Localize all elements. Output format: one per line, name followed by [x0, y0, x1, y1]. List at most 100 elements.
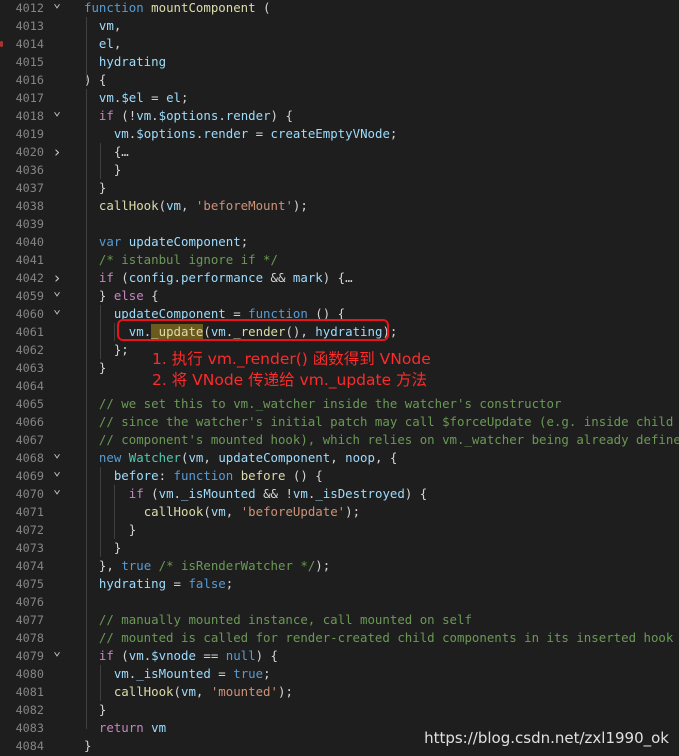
code-line[interactable]: 4040 var updateComponent;: [0, 233, 679, 251]
code-text: }: [84, 540, 122, 555]
code-line[interactable]: 4066 // since the watcher's initial patc…: [0, 413, 679, 431]
line-number: 4073: [15, 541, 44, 555]
code-line[interactable]: 4036 }: [0, 161, 679, 179]
code-line[interactable]: 4080 vm._isMounted = true;: [0, 665, 679, 683]
code-text: var updateComponent;: [98, 234, 249, 249]
code-text: if (vm.$vnode == null) {: [98, 648, 278, 663]
code-line[interactable]: 4072 }: [0, 521, 679, 539]
code-line[interactable]: 4082 }: [0, 701, 679, 719]
code-text: vm.$options.render = createEmptyVNode;: [113, 126, 398, 141]
code-text: hydrating = false;: [98, 576, 234, 591]
code-text: vm,: [98, 18, 122, 33]
code-line[interactable]: 4081 callHook(vm, 'mounted');: [0, 683, 679, 701]
code-text: callHook(vm, 'beforeMount');: [98, 198, 308, 213]
code-text: }: [84, 162, 122, 177]
line-number: 4080: [15, 667, 44, 681]
code-line[interactable]: 4059 ⌄ } else {: [0, 284, 679, 305]
indent-guide: [100, 143, 101, 179]
line-number: 4079: [15, 649, 44, 663]
code-line[interactable]: 4068 ⌄ new Watcher(vm, updateComponent, n…: [0, 446, 679, 467]
line-number: 4013: [15, 19, 44, 33]
indent-guide: [86, 89, 87, 729]
fold-expanded-icon[interactable]: ⌄: [51, 481, 63, 499]
fold-expanded-icon[interactable]: ⌄: [51, 283, 63, 301]
code-line[interactable]: 4070 ⌄ if (vm._isMounted && !vm._isDestro…: [0, 482, 679, 503]
code-text: vm._isMounted = true;: [113, 666, 271, 681]
fold-expanded-icon[interactable]: ⌄: [51, 445, 63, 463]
line-number: 4017: [15, 91, 44, 105]
code-text: vm.$el = el;: [98, 90, 189, 105]
annotation-block: 1. 执行 vm._render() 函数得到 VNode 2. 将 VNode…: [152, 349, 431, 391]
code-line[interactable]: 4071 callHook(vm, 'beforeUpdate');: [0, 503, 679, 521]
line-number: 4039: [15, 217, 44, 231]
code-line[interactable]: 4017 vm.$el = el;: [0, 89, 679, 107]
code-text: }: [84, 702, 107, 717]
line-number: 4083: [15, 721, 44, 735]
code-line[interactable]: 4079 ⌄ if (vm.$vnode == null) {: [0, 644, 679, 665]
code-text: // since the watcher's initial patch may…: [98, 414, 674, 429]
fold-expanded-icon[interactable]: ⌄: [51, 301, 63, 319]
fold-expanded-icon[interactable]: ⌄: [51, 0, 63, 13]
line-number: 4040: [15, 235, 44, 249]
line-number: 4038: [15, 199, 44, 213]
code-editor[interactable]: 4012 ⌄ function mountComponent (4013 vm, 40…: [0, 0, 679, 756]
code-line[interactable]: 4069 ⌄ before: function before () {: [0, 464, 679, 485]
code-line[interactable]: 4077 // manually mounted instance, call …: [0, 611, 679, 629]
code-line[interactable]: 4018 ⌄ if (!vm.$options.render) {: [0, 104, 679, 125]
line-number: 4081: [15, 685, 44, 699]
code-line[interactable]: 4037 }: [0, 179, 679, 197]
fold-expanded-icon[interactable]: ⌄: [51, 103, 63, 121]
code-line[interactable]: 4074 }, true /* isRenderWatcher */);: [0, 557, 679, 575]
code-line[interactable]: 4041 /* istanbul ignore if */: [0, 251, 679, 269]
indent-guide: [114, 485, 115, 539]
code-text: } else {: [84, 288, 159, 303]
indent-guide: [100, 467, 101, 557]
indent-guide: [114, 323, 115, 341]
annotation-line-2: 2. 将 VNode 传递给 vm._update 方法: [152, 371, 428, 389]
code-line[interactable]: 4076: [0, 593, 679, 611]
code-line[interactable]: 4078 // mounted is called for render-cre…: [0, 629, 679, 647]
line-number: 4074: [15, 559, 44, 573]
watermark-url: https://blog.csdn.net/zxl1990_ok: [424, 729, 669, 747]
line-number: 4036: [15, 163, 44, 177]
line-number: 4012: [15, 1, 44, 15]
code-line[interactable]: 4073 }: [0, 539, 679, 557]
code-line[interactable]: 4065 // we set this to vm._watcher insid…: [0, 395, 679, 413]
code-line[interactable]: 4013 vm,: [0, 17, 679, 35]
line-number: 4062: [15, 343, 44, 357]
line-number: 4064: [15, 379, 44, 393]
code-line[interactable]: 4014 el,: [0, 35, 679, 53]
code-line[interactable]: 4012 ⌄ function mountComponent (: [0, 0, 679, 17]
code-text: // we set this to vm._watcher inside the…: [98, 396, 562, 411]
line-number: 4020: [15, 145, 44, 159]
highlight-box-update-call: [117, 319, 389, 341]
code-line[interactable]: 4038 callHook(vm, 'beforeMount');: [0, 197, 679, 215]
code-line[interactable]: 4067 // component's mounted hook), which…: [0, 431, 679, 449]
code-line[interactable]: 4015 hydrating: [0, 53, 679, 71]
line-number: 4069: [15, 469, 44, 483]
line-number: 4016: [15, 73, 44, 87]
code-text: if (vm._isMounted && !vm._isDestroyed) {: [128, 486, 428, 501]
code-line[interactable]: 4075 hydrating = false;: [0, 575, 679, 593]
fold-expanded-icon[interactable]: ⌄: [51, 463, 63, 481]
line-number: 4042: [15, 271, 44, 285]
code-text: hydrating: [98, 54, 167, 69]
code-text: before: function before () {: [113, 468, 323, 483]
line-number: 4065: [15, 397, 44, 411]
line-number: 4060: [15, 307, 44, 321]
indent-guide: [86, 17, 87, 81]
code-line[interactable]: 4020 › {…: [0, 143, 679, 161]
code-line[interactable]: 4042 › if (config.performance && mark) {…: [0, 269, 679, 287]
fold-expanded-icon[interactable]: ⌄: [51, 643, 63, 661]
code-line[interactable]: 4019 vm.$options.render = createEmptyVNo…: [0, 125, 679, 143]
code-text: // mounted is called for render-created …: [98, 630, 674, 645]
line-number: 4015: [15, 55, 44, 69]
line-number: 4076: [15, 595, 44, 609]
code-line[interactable]: 4039: [0, 215, 679, 233]
code-line[interactable]: 4016) {: [0, 71, 679, 89]
fold-collapsed-icon[interactable]: ›: [51, 143, 63, 161]
code-text: }: [84, 360, 107, 375]
line-number: 4037: [15, 181, 44, 195]
line-number: 4070: [15, 487, 44, 501]
code-text: }: [84, 738, 92, 753]
